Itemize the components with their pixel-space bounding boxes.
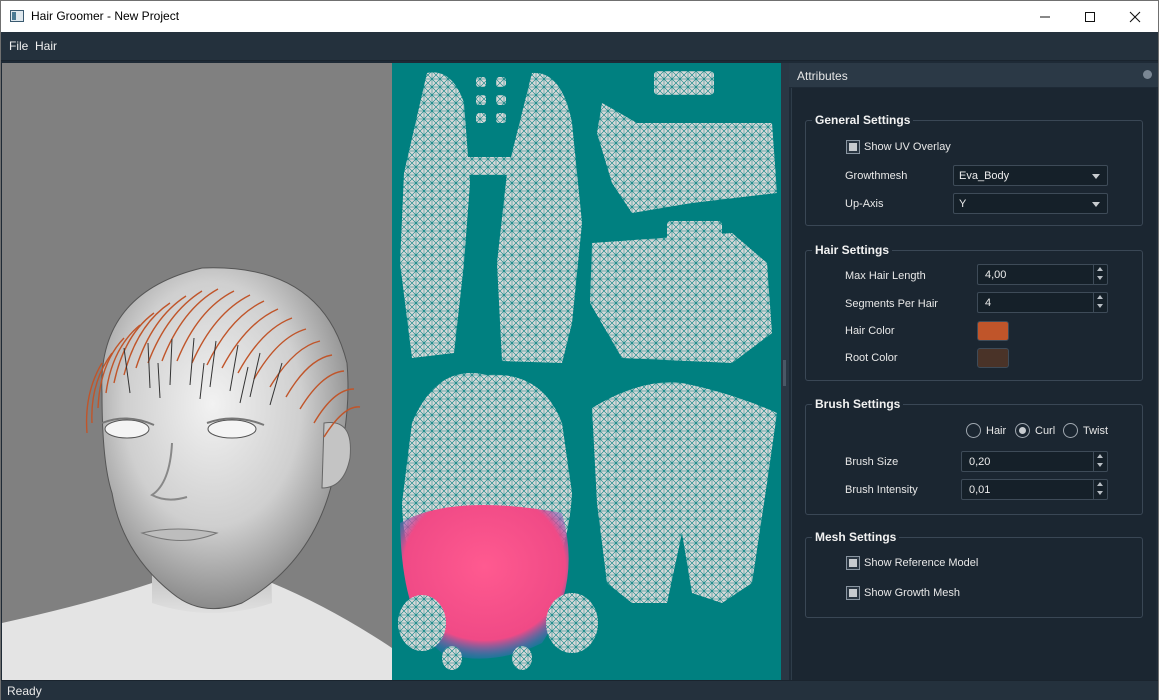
segments-per-hair-input[interactable]: 4 [977, 292, 1108, 313]
brush-intensity-input[interactable]: 0,01 [961, 479, 1108, 500]
menu-bar: File Hair [1, 32, 1158, 61]
brush-mode-curl-radio[interactable] [1015, 423, 1030, 438]
attributes-panel: Attributes General Settings Show UV Over… [789, 63, 1158, 680]
viewport-3d[interactable] [2, 63, 392, 680]
show-uv-overlay-checkbox[interactable] [846, 140, 860, 154]
growthmesh-value: Eva_Body [959, 170, 1010, 182]
title-bar: Hair Groomer - New Project [1, 1, 1158, 32]
brush-mode-twist-label: Twist [1083, 425, 1109, 437]
growthmesh-label: Growthmesh [845, 170, 908, 182]
up-axis-label: Up-Axis [845, 198, 884, 210]
brush-mode-curl-label: Curl [1035, 425, 1056, 437]
show-reference-model-label: Show Reference Model [864, 557, 979, 569]
splitter-handle[interactable] [783, 360, 786, 386]
brush-size-value: 0,20 [969, 456, 991, 468]
view-splitter[interactable] [781, 63, 789, 680]
mesh-settings-title: Mesh Settings [812, 530, 900, 544]
minimize-button[interactable] [1022, 1, 1068, 32]
brush-intensity-value: 0,01 [969, 484, 991, 496]
spin-down-icon [1097, 304, 1103, 308]
uv-layout-render [398, 71, 777, 670]
brush-settings-group: Brush Settings Hair Curl Twist Brush Siz… [805, 397, 1143, 515]
spin-up-icon [1097, 295, 1103, 299]
spin-buttons[interactable] [1093, 452, 1107, 471]
status-bar: Ready [1, 680, 1158, 700]
minimize-icon [1040, 16, 1050, 17]
brush-mode-hair-label: Hair [986, 425, 1007, 437]
attributes-title: Attributes [797, 69, 848, 83]
show-reference-model-checkbox[interactable] [846, 556, 860, 570]
brush-size-input[interactable]: 0,20 [961, 451, 1108, 472]
attributes-header: Attributes [789, 63, 1158, 87]
general-settings-group: General Settings Show UV Overlay Growthm… [805, 113, 1143, 226]
hair-settings-title: Hair Settings [812, 243, 893, 257]
head-model-render [2, 267, 392, 680]
brush-size-label: Brush Size [845, 456, 899, 468]
maximize-button[interactable] [1067, 1, 1113, 32]
viewport-uv[interactable] [392, 63, 781, 680]
close-button[interactable] [1112, 1, 1158, 32]
max-hair-length-value: 4,00 [985, 269, 1007, 281]
spin-buttons[interactable] [1093, 293, 1107, 312]
show-growth-mesh-label: Show Growth Mesh [864, 587, 960, 599]
mesh-settings-group: Mesh Settings Show Reference Model Show … [805, 530, 1143, 618]
spin-down-icon [1097, 491, 1103, 495]
root-color-label: Root Color [845, 352, 898, 364]
brush-settings-title: Brush Settings [812, 397, 904, 411]
app-window: Hair Groomer - New Project File Hair Att… [0, 0, 1159, 700]
up-axis-value: Y [959, 198, 967, 210]
root-color-swatch[interactable] [977, 348, 1009, 368]
maximize-icon [1085, 11, 1095, 22]
close-icon [1129, 11, 1141, 22]
hair-color-label: Hair Color [845, 325, 895, 337]
spin-up-icon [1097, 482, 1103, 486]
spin-up-icon [1097, 267, 1103, 271]
max-hair-length-input[interactable]: 4,00 [977, 264, 1108, 285]
brush-intensity-label: Brush Intensity [845, 484, 918, 496]
app-icon [10, 10, 24, 22]
chevron-down-icon [1092, 174, 1100, 179]
segments-per-hair-value: 4 [985, 297, 992, 309]
spin-down-icon [1097, 276, 1103, 280]
hair-settings-group: Hair Settings Max Hair Length 4,00 Segme… [805, 243, 1143, 381]
brush-mode-twist-radio[interactable] [1063, 423, 1078, 438]
show-uv-overlay-label: Show UV Overlay [864, 141, 951, 153]
growthmesh-select[interactable]: Eva_Body [953, 165, 1108, 186]
spin-up-icon [1097, 454, 1103, 458]
segments-per-hair-label: Segments Per Hair [845, 298, 938, 310]
dock-float-icon[interactable] [1143, 70, 1152, 79]
spin-buttons[interactable] [1093, 480, 1107, 499]
status-text: Ready [7, 684, 42, 698]
up-axis-select[interactable]: Y [953, 193, 1108, 214]
window-title: Hair Groomer - New Project [31, 9, 180, 23]
brush-mode-hair-radio[interactable] [966, 423, 981, 438]
menu-hair[interactable]: Hair [35, 39, 57, 53]
max-hair-length-label: Max Hair Length [845, 270, 926, 282]
general-settings-title: General Settings [812, 113, 914, 127]
spin-buttons[interactable] [1093, 265, 1107, 284]
show-growth-mesh-checkbox[interactable] [846, 586, 860, 600]
menu-file[interactable]: File [9, 39, 28, 53]
chevron-down-icon [1092, 202, 1100, 207]
spin-down-icon [1097, 463, 1103, 467]
hair-color-swatch[interactable] [977, 321, 1009, 341]
attributes-body: General Settings Show UV Overlay Growthm… [791, 88, 1156, 680]
